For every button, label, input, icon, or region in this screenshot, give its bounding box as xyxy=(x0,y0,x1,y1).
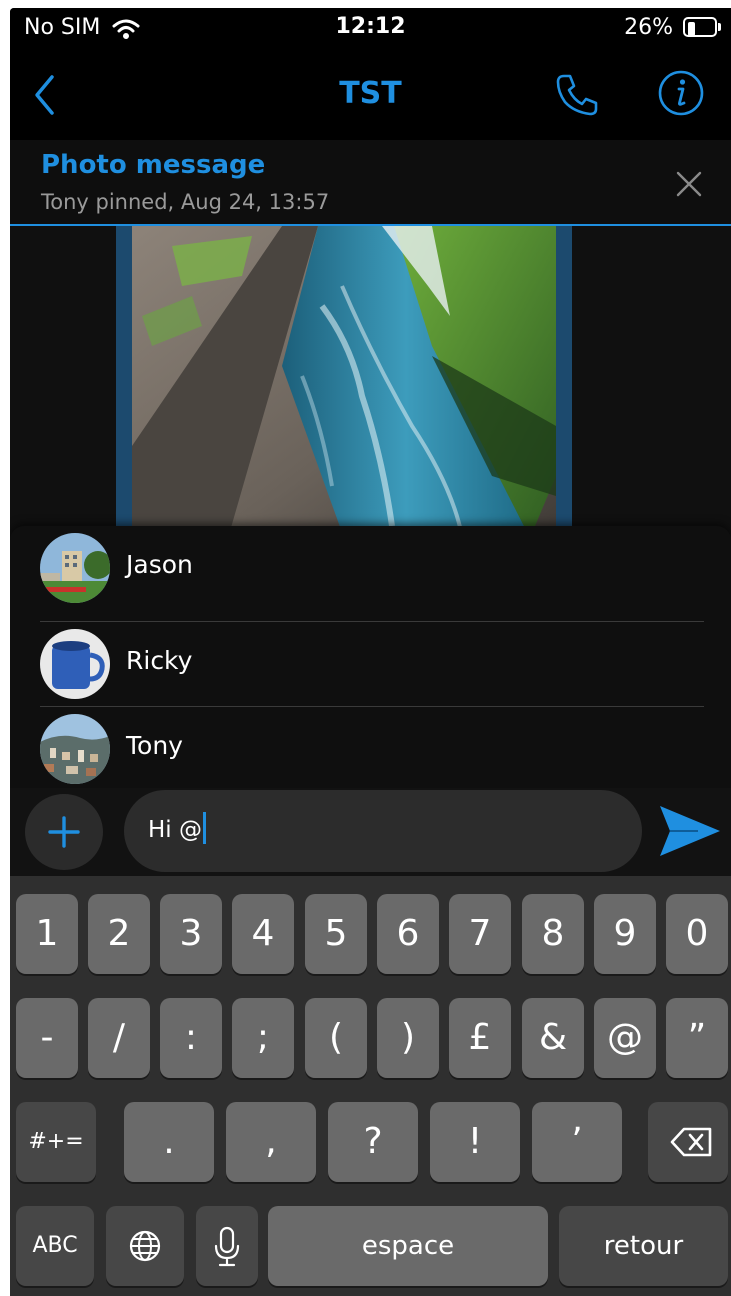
mention-name: Tony xyxy=(126,731,183,760)
app-screen: No SIM 12:12 26% TST Photo message Tony xyxy=(10,8,731,1296)
key-period[interactable]: . xyxy=(124,1102,214,1182)
key-2[interactable]: 2 xyxy=(88,894,150,974)
key-0[interactable]: 0 xyxy=(666,894,728,974)
mic-icon xyxy=(214,1226,240,1267)
key-dictation[interactable] xyxy=(196,1206,258,1286)
river-photo xyxy=(132,226,556,538)
key-pound[interactable]: £ xyxy=(449,998,511,1078)
info-icon[interactable] xyxy=(656,68,706,118)
phone-icon[interactable] xyxy=(554,72,600,118)
key-7[interactable]: 7 xyxy=(449,894,511,974)
mention-suggestions: Jason Ricky Tony xyxy=(10,526,731,788)
mention-item-jason[interactable]: Jason xyxy=(40,526,704,611)
key-hyphen[interactable]: - xyxy=(16,998,78,1078)
key-1[interactable]: 1 xyxy=(16,894,78,974)
mention-item-ricky[interactable]: Ricky xyxy=(40,622,704,707)
message-text: Hi @ xyxy=(148,811,206,844)
clock: 12:12 xyxy=(335,14,406,39)
key-8[interactable]: 8 xyxy=(522,894,584,974)
key-exclamation[interactable]: ! xyxy=(430,1102,520,1182)
key-ampersand[interactable]: & xyxy=(522,998,584,1078)
mention-item-tony[interactable]: Tony xyxy=(40,707,704,792)
plus-icon xyxy=(48,816,80,848)
battery-icon xyxy=(683,17,723,39)
key-semicolon[interactable]: ; xyxy=(232,998,294,1078)
close-icon[interactable] xyxy=(675,170,703,198)
send-icon[interactable] xyxy=(658,804,722,858)
avatar xyxy=(40,533,110,603)
key-9[interactable]: 9 xyxy=(594,894,656,974)
key-apostrophe[interactable]: ’ xyxy=(532,1102,622,1182)
text-cursor xyxy=(203,811,206,844)
message-input[interactable]: Hi @ xyxy=(124,790,642,872)
add-attachment-button[interactable] xyxy=(25,794,103,870)
key-6[interactable]: 6 xyxy=(377,894,439,974)
key-open-paren[interactable]: ( xyxy=(305,998,367,1078)
chat-title: TST xyxy=(339,76,402,111)
pinned-message-banner[interactable]: Photo message Tony pinned, Aug 24, 13:57 xyxy=(10,140,731,226)
key-3[interactable]: 3 xyxy=(160,894,222,974)
key-abc[interactable]: ABC xyxy=(16,1206,94,1286)
avatar xyxy=(40,714,110,784)
key-more-symbols[interactable]: #+= xyxy=(16,1102,96,1182)
key-4[interactable]: 4 xyxy=(232,894,294,974)
key-colon[interactable]: : xyxy=(160,998,222,1078)
mention-name: Jason xyxy=(126,550,193,579)
key-at[interactable]: @ xyxy=(594,998,656,1078)
nav-bar: TST xyxy=(10,50,731,140)
key-slash[interactable]: / xyxy=(88,998,150,1078)
status-bar: No SIM 12:12 26% xyxy=(10,8,731,50)
mention-name: Ricky xyxy=(126,646,193,675)
photo-message[interactable] xyxy=(116,226,572,538)
key-5[interactable]: 5 xyxy=(305,894,367,974)
key-backspace[interactable] xyxy=(648,1102,728,1182)
keyboard: 1 2 3 4 5 6 7 8 9 0 - / : ; ( ) £ & @ ” … xyxy=(10,876,731,1296)
key-return[interactable]: retour xyxy=(559,1206,728,1286)
battery-percent: 26% xyxy=(624,15,673,40)
backspace-icon xyxy=(670,1127,712,1157)
globe-icon xyxy=(129,1230,161,1262)
key-globe[interactable] xyxy=(106,1206,184,1286)
message-composer: Hi @ xyxy=(10,788,731,876)
key-question[interactable]: ? xyxy=(328,1102,418,1182)
key-space[interactable]: espace xyxy=(268,1206,548,1286)
key-close-paren[interactable]: ) xyxy=(377,998,439,1078)
pinned-title: Photo message xyxy=(41,150,266,180)
key-quote[interactable]: ” xyxy=(666,998,728,1078)
key-comma[interactable]: , xyxy=(226,1102,316,1182)
avatar xyxy=(40,629,110,699)
pinned-subtitle: Tony pinned, Aug 24, 13:57 xyxy=(41,190,330,214)
